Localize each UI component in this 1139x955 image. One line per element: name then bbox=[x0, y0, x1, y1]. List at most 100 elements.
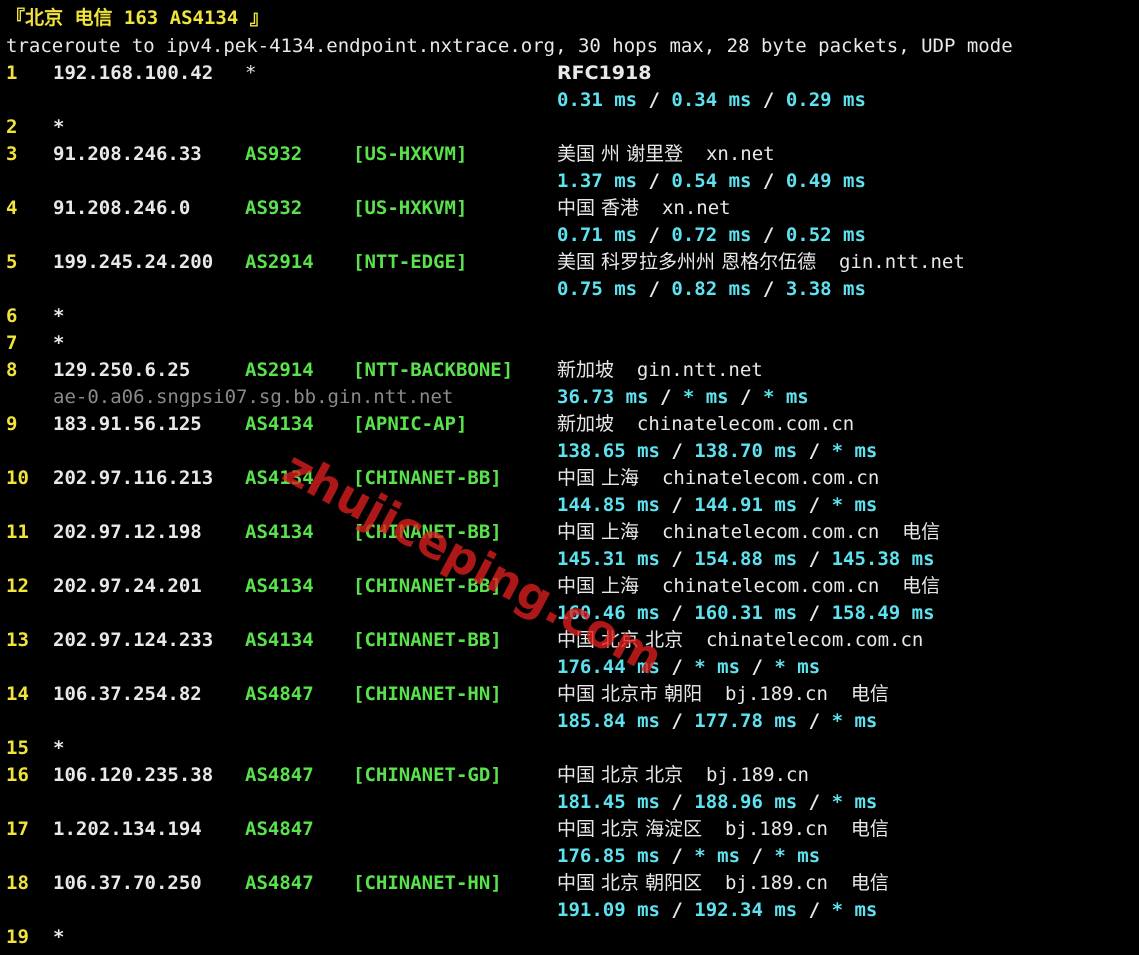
hop-number: 16 bbox=[6, 764, 29, 786]
hop-location-group: 中国 上海 chinatelecom.com.cn bbox=[557, 465, 879, 492]
hop-location: 中国 上海 bbox=[557, 521, 640, 543]
hop-network-tag: [CHINANET-GD] bbox=[353, 764, 502, 786]
rtt-value: 1.37 ms bbox=[557, 170, 638, 192]
rtt-separator: / bbox=[637, 170, 672, 192]
hop-hostname: gin.ntt.net bbox=[838, 251, 965, 273]
hop-hostname: chinatelecom.com.cn bbox=[636, 413, 855, 435]
rtt-value: 0.71 ms bbox=[557, 224, 638, 246]
hop-location: 新加坡 bbox=[557, 359, 615, 381]
hop-location-group: 中国 上海 chinatelecom.com.cn 电信 bbox=[557, 519, 940, 546]
hop-row: 4 91.208.246.0 AS932 [US-HXKVM] 中国 香港 xn.net bbox=[0, 195, 1139, 222]
hop-number: 1 bbox=[6, 62, 18, 84]
hop-number: 17 bbox=[6, 818, 29, 840]
rtt-value: * ms bbox=[831, 710, 878, 732]
rtt-separator: / bbox=[659, 602, 695, 624]
hop-number: 12 bbox=[6, 575, 29, 597]
terminal-window: 『北京 电信 163 AS4134 』 traceroute to ipv4.p… bbox=[0, 0, 1139, 955]
hop-hostname: bj.189.cn bbox=[724, 683, 828, 705]
traceroute-command-line: traceroute to ipv4.pek-4134.endpoint.nxt… bbox=[6, 35, 1013, 57]
rtt-value: 0.49 ms bbox=[785, 170, 866, 192]
rtt-value: 0.34 ms bbox=[671, 89, 752, 111]
hop-row: 17 1.202.134.194 AS4847 中国 北京 海淀区 bj.189.cn… bbox=[0, 816, 1139, 843]
rtt-separator: / bbox=[797, 440, 832, 462]
hop-row: 15 * bbox=[0, 735, 1139, 762]
rtt-value: * ms bbox=[762, 386, 809, 408]
hop-row: 10 202.97.116.213 AS4134 [CHINANET-BB] 中国 上海… bbox=[0, 465, 1139, 492]
rtt-value: 188.96 ms bbox=[694, 791, 798, 813]
rtt-value: * ms bbox=[774, 845, 821, 867]
rtt-value: 3.38 ms bbox=[785, 278, 866, 300]
hop-rtt-group: 191.09 ms / 192.34 ms / * ms bbox=[557, 897, 877, 924]
hop-number: 7 bbox=[6, 332, 18, 354]
hop-location: 中国 北京 海淀区 bbox=[557, 818, 703, 840]
rtt-separator: / bbox=[659, 440, 695, 462]
hop-ip: 91.208.246.0 bbox=[53, 197, 191, 219]
hop-number: 11 bbox=[6, 521, 29, 543]
rtt-value: 191.09 ms bbox=[557, 899, 660, 921]
hop-location: 中国 香港 bbox=[557, 197, 640, 219]
hop-asn: AS4847 bbox=[245, 872, 314, 894]
hop-number: 9 bbox=[6, 413, 18, 435]
hop-isp: 电信 bbox=[850, 683, 889, 705]
hop-row: 18 106.37.70.250 AS4847 [CHINANET-HN] 中国 北京 … bbox=[0, 870, 1139, 897]
hop-hostname: chinatelecom.com.cn bbox=[661, 521, 880, 543]
hop-ip: 106.120.235.38 bbox=[53, 764, 214, 786]
hop-number: 18 bbox=[6, 872, 29, 894]
rtt-value: * ms bbox=[831, 440, 878, 462]
hop-number: 2 bbox=[6, 116, 18, 138]
hop-number: 4 bbox=[6, 197, 18, 219]
rtt-value: 145.31 ms bbox=[557, 548, 660, 570]
rtt-separator: / bbox=[648, 386, 683, 408]
hop-hostname: gin.ntt.net bbox=[636, 359, 763, 381]
hop-hostname: bj.189.cn bbox=[724, 818, 828, 840]
hop-asn: AS4847 bbox=[245, 818, 314, 840]
hop-asn: AS4134 bbox=[245, 521, 314, 543]
hop-rtt-row: 191.09 ms / 192.34 ms / * ms bbox=[0, 897, 1139, 924]
rtt-separator: / bbox=[797, 548, 832, 570]
hop-network-tag: [US-HXKVM] bbox=[353, 143, 468, 165]
hop-number: 19 bbox=[6, 926, 29, 948]
rtt-value: * ms bbox=[682, 386, 729, 408]
rtt-separator: / bbox=[637, 89, 672, 111]
rtt-value: 177.78 ms bbox=[694, 710, 798, 732]
hop-isp: 电信 bbox=[902, 521, 941, 543]
hop-row: 1 192.168.100.42 * RFC1918 bbox=[0, 60, 1139, 87]
hop-location: 中国 北京 朝阳区 bbox=[557, 872, 703, 894]
hop-number: 3 bbox=[6, 143, 18, 165]
hop-network-tag: [CHINANET-HN] bbox=[353, 683, 502, 705]
rtt-value: 0.82 ms bbox=[671, 278, 752, 300]
rtt-separator: / bbox=[751, 224, 786, 246]
hop-ip: 91.208.246.33 bbox=[53, 143, 202, 165]
hop-asn: AS4134 bbox=[245, 575, 314, 597]
hop-ip: 202.97.116.213 bbox=[53, 467, 214, 489]
hop-rtt-row: 0.71 ms / 0.72 ms / 0.52 ms bbox=[0, 222, 1139, 249]
hop-ip: 199.245.24.200 bbox=[53, 251, 214, 273]
hop-ip: * bbox=[53, 305, 65, 327]
rtt-separator: / bbox=[797, 494, 832, 516]
hop-row: 6 * bbox=[0, 303, 1139, 330]
hop-network-tag: [NTT-EDGE] bbox=[353, 251, 468, 273]
hop-location-group: 中国 北京 海淀区 bj.189.cn 电信 bbox=[557, 816, 889, 843]
hop-location-group: 中国 上海 chinatelecom.com.cn 电信 bbox=[557, 573, 940, 600]
hop-asn: AS932 bbox=[245, 197, 303, 219]
hop-isp: 电信 bbox=[850, 872, 889, 894]
hop-location: RFC1918 bbox=[557, 62, 652, 84]
hop-hostname: chinatelecom.com.cn bbox=[661, 575, 880, 597]
hop-isp: 电信 bbox=[902, 575, 941, 597]
rtt-separator: / bbox=[797, 710, 832, 732]
rtt-value: 0.31 ms bbox=[557, 89, 638, 111]
rtt-value: * ms bbox=[694, 845, 741, 867]
hop-location: 美国 科罗拉多州州 恩格尔伍德 bbox=[557, 251, 817, 273]
rtt-value: * ms bbox=[831, 899, 878, 921]
hop-number: 13 bbox=[6, 629, 29, 651]
rtt-value: 181.45 ms bbox=[557, 791, 660, 813]
hop-location: 中国 上海 bbox=[557, 467, 640, 489]
rtt-separator: / bbox=[659, 710, 695, 732]
hop-ip: 202.97.12.198 bbox=[53, 521, 202, 543]
hop-rtt-row: 138.65 ms / 138.70 ms / * ms bbox=[0, 438, 1139, 465]
hop-number: 15 bbox=[6, 737, 29, 759]
rtt-value: * ms bbox=[831, 494, 878, 516]
rtt-value: 144.91 ms bbox=[694, 494, 798, 516]
hop-location: 美国 州 谢里登 bbox=[557, 143, 684, 165]
hop-rtt-group: 145.31 ms / 154.88 ms / 145.38 ms bbox=[557, 546, 935, 573]
